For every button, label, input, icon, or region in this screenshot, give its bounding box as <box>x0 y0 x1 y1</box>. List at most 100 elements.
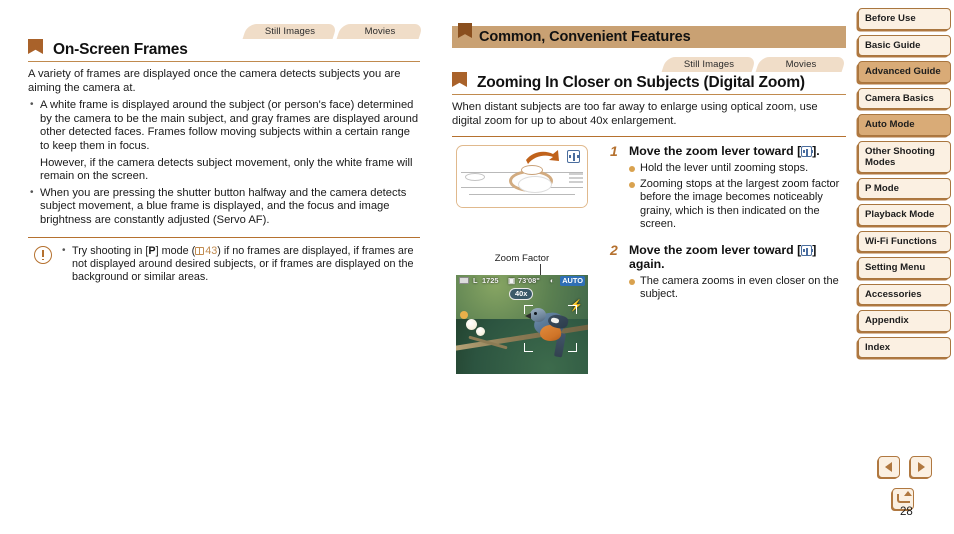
section-heading-on-screen-frames: On-Screen Frames <box>28 39 420 62</box>
mode-badge: AUTO <box>560 276 585 286</box>
note-text: Try shooting in [P] mode (43) if no fram… <box>62 244 420 285</box>
book-reference-icon <box>195 246 205 255</box>
tab-label: Still Images <box>683 59 735 70</box>
divider <box>28 236 420 238</box>
sidebar-item-label: Basic Guide <box>865 39 921 51</box>
sidebar-item-p-mode[interactable]: P Mode <box>858 177 951 199</box>
list-item: However, if the camera detects subject m… <box>40 156 413 183</box>
shots-remaining-value: 1725 <box>482 276 499 285</box>
bird-eye <box>534 312 537 315</box>
tab-still-images[interactable]: Still Images <box>661 57 757 72</box>
steps-list: 1 Move the zoom lever toward []. Hold th… <box>608 144 846 309</box>
intro-paragraph: When distant subjects are too far away t… <box>452 101 818 127</box>
sidebar-item-setting-menu[interactable]: Setting Menu <box>858 257 951 279</box>
page-title: On-Screen Frames <box>53 41 188 58</box>
list-item: Hold the lever until zooming stops. <box>629 162 846 175</box>
chevron-left-icon <box>885 462 892 472</box>
telephoto-icon <box>567 150 580 163</box>
tab-movies[interactable]: Movies <box>755 57 847 72</box>
caution-note: Try shooting in [P] mode (43) if no fram… <box>28 244 420 285</box>
page-reference[interactable]: 43 <box>205 245 217 257</box>
divider <box>452 136 846 138</box>
section-heading-digital-zoom: Zooming In Closer on Subjects (Digital Z… <box>452 72 846 95</box>
sidebar-item-label: Advanced Guide <box>865 66 941 77</box>
chevron-right-icon <box>918 462 926 472</box>
blossom-flower <box>466 319 477 330</box>
next-page-button[interactable] <box>910 456 933 478</box>
movie-icon: ▣ <box>508 276 515 285</box>
tab-label: Still Images <box>264 26 316 37</box>
step-2: 2 Move the zoom lever toward [] again. T… <box>608 242 846 302</box>
sidebar-item-playback-mode[interactable]: Playback Mode <box>858 204 951 226</box>
sidebar-item-label: Setting Menu <box>865 262 926 273</box>
caution-icon <box>34 245 52 264</box>
step-number: 1 <box>610 143 618 159</box>
intro-paragraph: A variety of frames are displayed once t… <box>28 68 401 94</box>
step-title: Move the zoom lever toward [] again. <box>629 243 846 272</box>
sidebar-item-label: Wi-Fi Functions <box>865 235 937 247</box>
sidebar-item-basic-guide[interactable]: Basic Guide <box>858 34 951 56</box>
image-stabilizer-icon: ◐ <box>550 276 555 285</box>
tab-movies[interactable]: Movies <box>336 24 424 39</box>
shutter-button-illustration <box>521 165 543 175</box>
camera-dial-marks <box>549 173 583 183</box>
middle-tabs: Still Images Movies <box>452 57 847 72</box>
chapter-banner: Common, Convenient Features <box>452 23 846 48</box>
list-item: When you are pressing the shutter button… <box>28 186 420 228</box>
image-quality-value: L <box>473 276 478 285</box>
step-title-before: Move the zoom lever toward [ <box>629 144 802 158</box>
note-text-mid: ] mode ( <box>155 244 196 257</box>
frames-bullet-list: A white frame is displayed around the su… <box>28 98 420 228</box>
tab-label: Movies <box>364 26 396 37</box>
tab-still-images[interactable]: Still Images <box>242 24 338 39</box>
step-title: Move the zoom lever toward []. <box>629 144 846 159</box>
step-1: 1 Move the zoom lever toward []. Hold th… <box>608 144 846 232</box>
tab-label: Movies <box>785 59 817 70</box>
sidebar-item-label: Before Use <box>865 13 916 24</box>
lcd-screen-photo: L 1725 ▣ 73'08" ◐ AUTO 40x ⚡ <box>456 275 588 374</box>
sidebar-item-index[interactable]: Index <box>858 336 951 358</box>
zoom-factor-caption: Zoom Factor <box>494 253 550 264</box>
step-title-after: ]. <box>812 144 820 158</box>
blossom-flower <box>476 327 485 336</box>
sidebar-item-label: Camera Basics <box>865 92 934 104</box>
chapter-title: Common, Convenient Features <box>479 29 691 45</box>
previous-page-button[interactable] <box>878 456 900 478</box>
camera-edge-line <box>469 194 575 195</box>
sidebar-item-auto-mode[interactable]: Auto Mode <box>858 114 951 136</box>
sidebar-item-appendix[interactable]: Appendix <box>858 310 951 332</box>
return-arrow-icon <box>897 491 912 503</box>
sidebar-item-before-use[interactable]: Before Use <box>858 8 951 30</box>
sidebar-item-advanced-guide[interactable]: Advanced Guide <box>858 61 951 83</box>
sidebar-item-label: Accessories <box>865 288 922 300</box>
movie-time-value: 73'08" <box>518 276 540 285</box>
telephoto-icon <box>801 146 813 157</box>
sidebar-item-label: Auto Mode <box>865 119 915 130</box>
sidebar-item-label: Playback Mode <box>865 209 935 220</box>
af-frame-corner <box>524 305 533 314</box>
zoom-factor-badge: 40x <box>509 288 534 300</box>
list-item: Zooming stops at the largest zoom factor… <box>629 178 846 232</box>
page-number: 28 <box>900 506 913 518</box>
left-tabs: Still Images Movies <box>28 24 424 39</box>
page-title: Zooming In Closer on Subjects (Digital Z… <box>477 74 805 91</box>
af-frame-corner <box>524 343 533 352</box>
af-frame-corner <box>568 343 577 352</box>
camera-top-illustration <box>456 145 588 208</box>
list-item: A white frame is displayed around the su… <box>28 98 420 153</box>
camera-speaker <box>465 173 485 181</box>
sidebar-item-label: Index <box>865 341 891 353</box>
sidebar-item-other-shooting-modes[interactable]: Other Shooting Modes <box>858 140 951 173</box>
sidebar-item-wifi-functions[interactable]: Wi-Fi Functions <box>858 230 951 252</box>
sidebar-item-label: Appendix <box>865 315 909 326</box>
step-title-before: Move the zoom lever toward [ <box>629 242 802 257</box>
sidebar-item-label: P Mode <box>865 182 899 194</box>
page-navigation <box>878 456 948 510</box>
p-mode-key: P <box>148 244 156 257</box>
sidebar-item-accessories[interactable]: Accessories <box>858 283 951 305</box>
sidebar-item-camera-basics[interactable]: Camera Basics <box>858 87 951 109</box>
sidebar-nav: Before Use Basic Guide Advanced Guide Ca… <box>858 8 951 363</box>
on-screen-display: L 1725 ▣ 73'08" ◐ AUTO <box>456 275 588 287</box>
middle-column: Common, Convenient Features Still Images… <box>452 23 847 138</box>
sidebar-item-label: Other Shooting Modes <box>865 145 935 168</box>
